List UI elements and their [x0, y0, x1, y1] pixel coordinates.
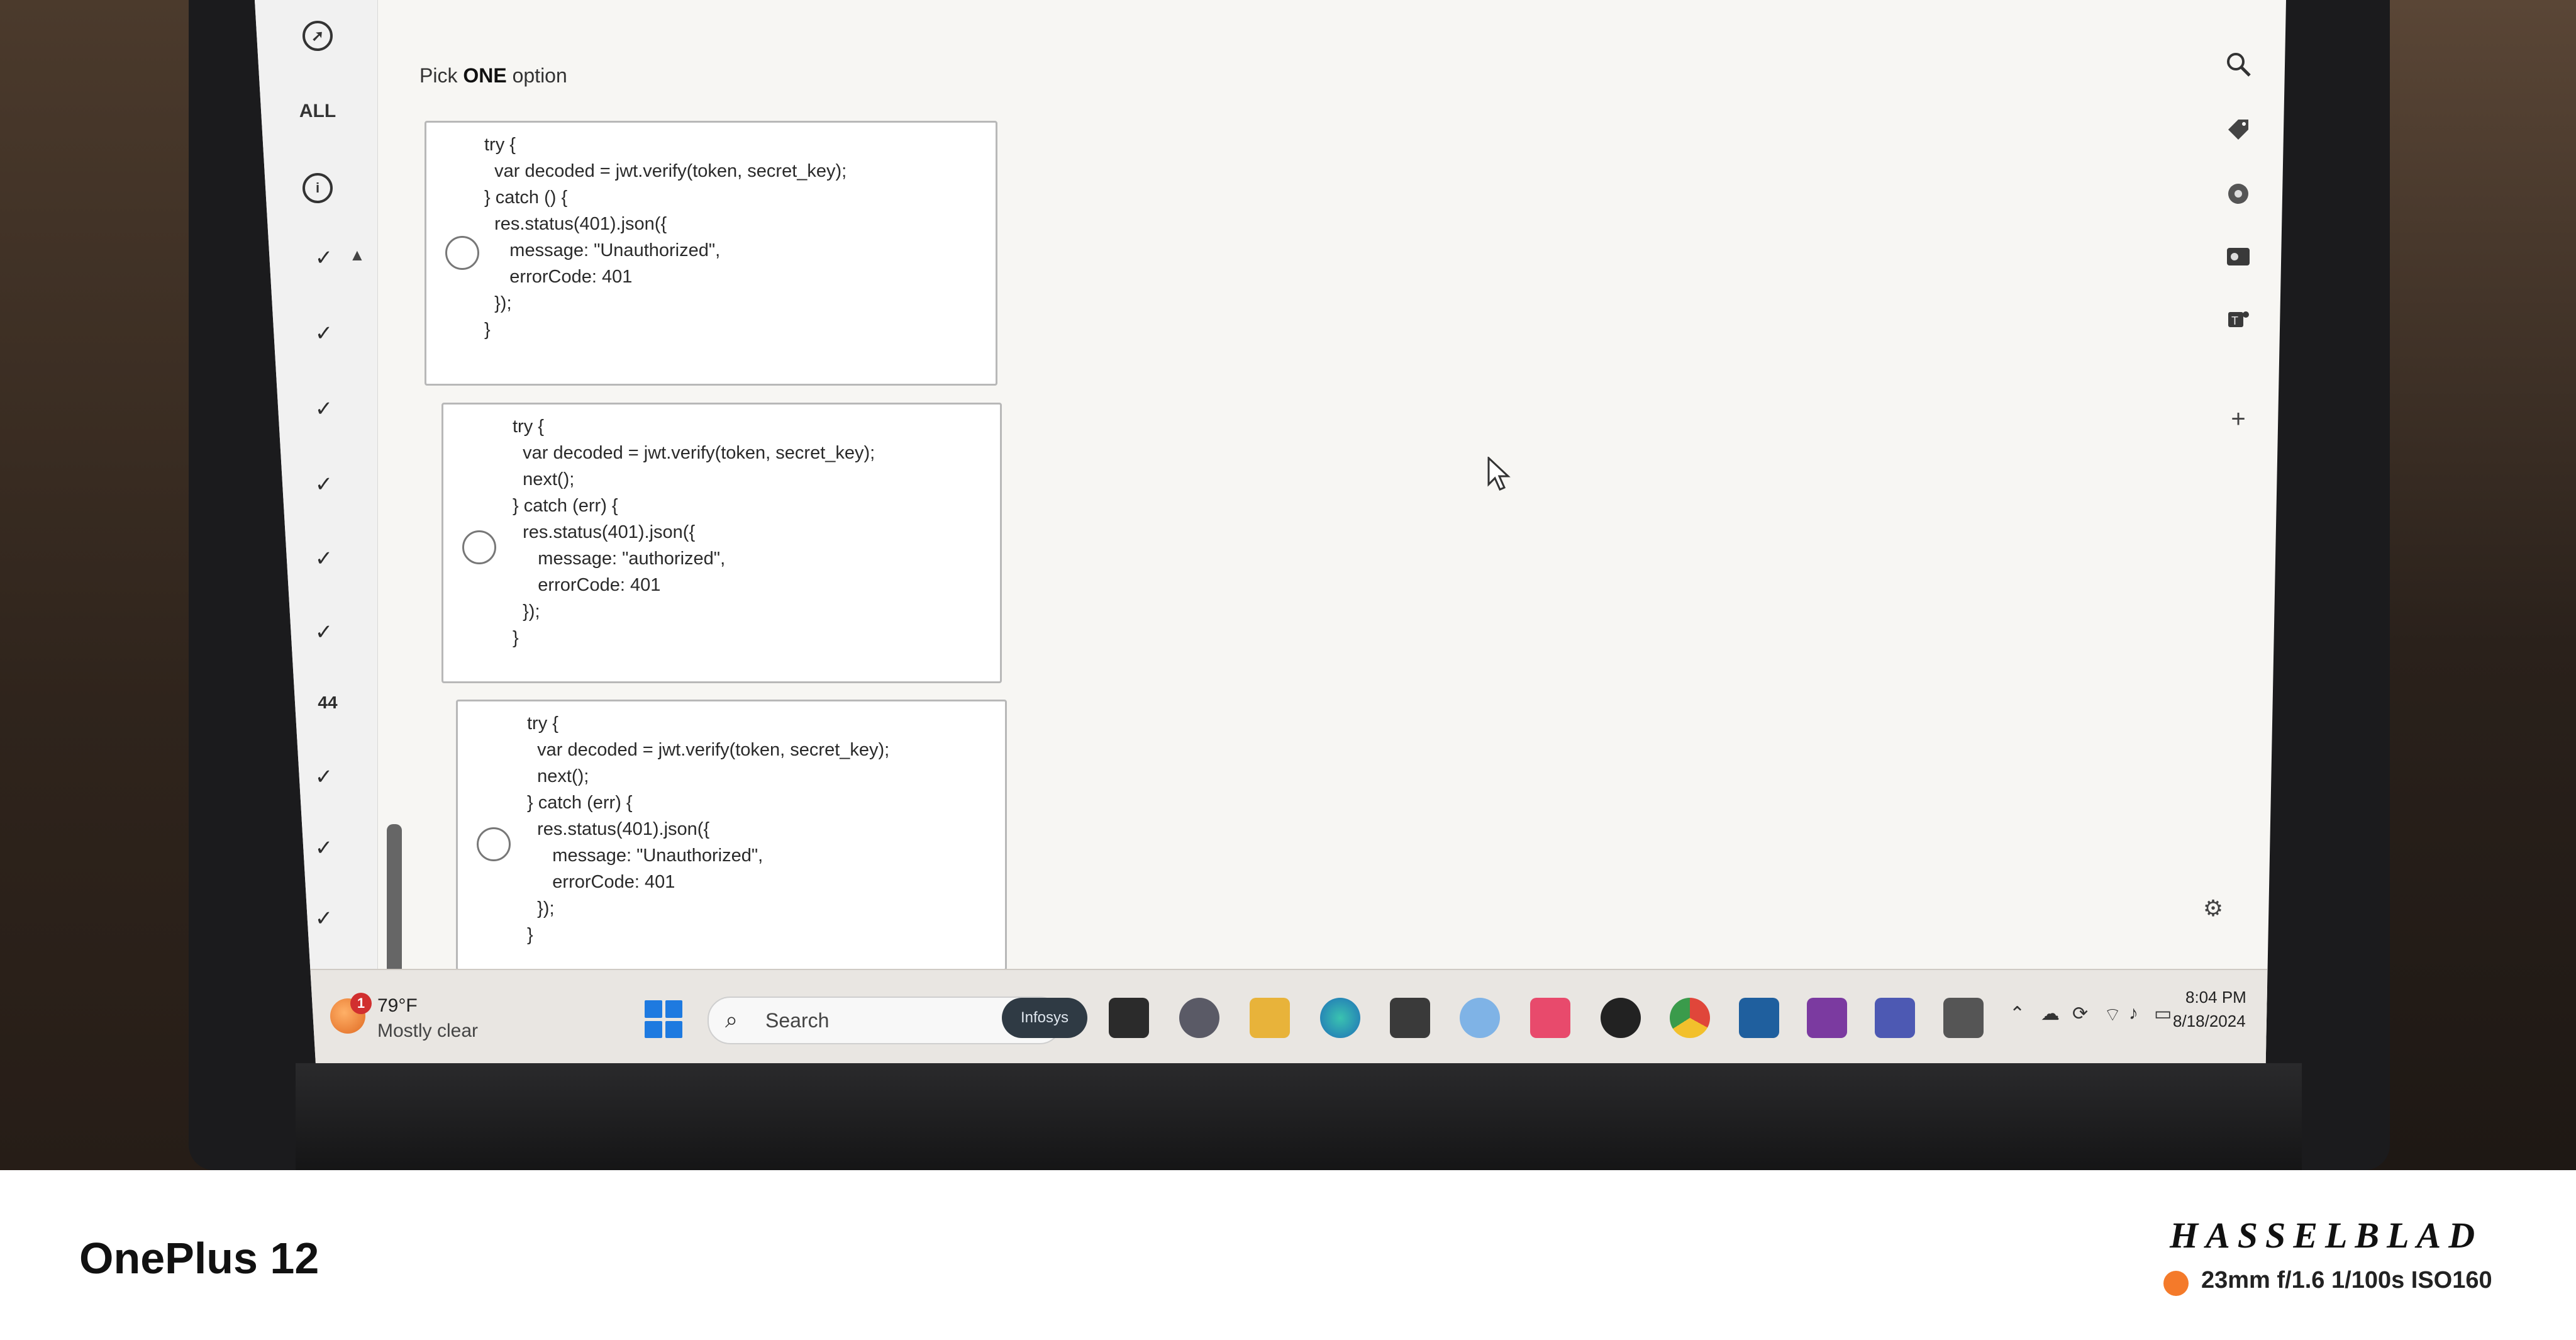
weather-notification-badge: 1	[350, 993, 372, 1014]
volume-icon[interactable]: ♪	[2129, 1003, 2138, 1024]
svg-text:T: T	[2231, 315, 2238, 327]
instruction-emphasis: ONE	[463, 64, 507, 87]
camera-brand-logo: HASSELBLAD	[2170, 1215, 2483, 1256]
check-icon: ✓	[314, 907, 333, 930]
all-questions-button[interactable]: ALL	[280, 89, 355, 133]
teams-icon[interactable]: T	[2223, 304, 2253, 335]
answer-option-3[interactable]: try { var decoded = jwt.verify(token, se…	[456, 700, 1007, 971]
snipping-tool-icon[interactable]	[1530, 998, 1570, 1038]
battery-icon[interactable]: ▭	[2154, 1003, 2172, 1025]
check-icon: ✓	[314, 547, 333, 571]
check-icon: ✓	[314, 620, 333, 644]
scroll-up-arrow-icon[interactable]: ▲	[349, 245, 365, 265]
option-code: try { var decoded = jwt.verify(token, se…	[484, 135, 847, 340]
camera-watermark-strip: OnePlus 12 HASSELBLAD 23mm f/1.6 1/100s …	[0, 1170, 2576, 1340]
chat-icon[interactable]	[1179, 998, 1219, 1038]
clock-date[interactable]: 8/18/2024	[2173, 1012, 2246, 1031]
windows-taskbar: 1 79°F Mostly clear ⌕ Search Infosys ⌃ ☁…	[292, 969, 2267, 1063]
file-explorer-icon[interactable]	[1250, 998, 1290, 1038]
rail-scrollbar-thumb[interactable]	[387, 824, 402, 981]
question-instruction: Pick ONE option	[419, 64, 567, 87]
tag-icon[interactable]	[2223, 114, 2253, 145]
radio-button[interactable]	[477, 827, 511, 861]
answer-option-2[interactable]: try { var decoded = jwt.verify(token, se…	[441, 403, 1002, 683]
search-icon: ⌕	[725, 1007, 738, 1032]
check-icon: ✓	[314, 472, 333, 496]
question-item-answered[interactable]: ✓	[280, 604, 368, 661]
edge-sidebar: T + ⚙	[2203, 0, 2267, 969]
info-button[interactable]: i	[280, 166, 355, 210]
teams-taskbar-icon[interactable]	[1875, 998, 1915, 1038]
copilot-icon[interactable]	[2223, 179, 2253, 209]
question-item-answered[interactable]: ✓	[280, 530, 368, 587]
show-hidden-icons-chevron-icon[interactable]: ⌃	[2009, 1003, 2025, 1025]
notepad-icon[interactable]	[1943, 998, 1984, 1038]
add-icon[interactable]: +	[2223, 404, 2253, 434]
compass-button[interactable]: ➚	[280, 14, 355, 58]
onenote-icon[interactable]	[1807, 998, 1847, 1038]
instruction-text: Pick	[419, 64, 464, 87]
infosys-search-highlight[interactable]: Infosys	[1002, 998, 1087, 1038]
radio-button[interactable]	[462, 530, 496, 564]
onedrive-cloud-icon[interactable]: ☁	[2041, 1003, 2060, 1025]
weather-temperature[interactable]: 79°F	[377, 995, 418, 1017]
instruction-text: option	[506, 64, 567, 87]
weather-description[interactable]: Mostly clear	[377, 1020, 478, 1042]
phone-model-label: OnePlus 12	[79, 1234, 319, 1283]
windows-start-icon[interactable]	[645, 1000, 682, 1038]
check-icon: ✓	[314, 321, 333, 345]
laptop-screen: ➚ ALL i ✓ ✓ ✓ ✓ ✓ ✓ 44 ✓ ✓ ✓ ▲ Pick ONE …	[255, 0, 2286, 1063]
info-icon: i	[303, 173, 333, 203]
option-code: try { var decoded = jwt.verify(token, se…	[527, 713, 890, 945]
check-icon: ✓	[314, 836, 333, 860]
check-icon: ✓	[314, 397, 333, 421]
radio-button[interactable]	[445, 236, 479, 270]
check-icon: ✓	[314, 246, 333, 270]
chrome-browser-icon[interactable]	[1670, 998, 1710, 1038]
check-icon: ✓	[314, 765, 333, 789]
sync-icon[interactable]: ⟳	[2072, 1003, 2088, 1025]
edge-browser-icon[interactable]	[1320, 998, 1360, 1038]
laptop-chin	[296, 1063, 2302, 1170]
answer-option-1[interactable]: try { var decoded = jwt.verify(token, se…	[425, 121, 997, 386]
task-view-icon[interactable]	[1109, 998, 1149, 1038]
question-item-answered[interactable]: ✓	[280, 381, 368, 437]
mouse-cursor-icon	[1487, 457, 1511, 491]
search-icon[interactable]	[2223, 49, 2253, 79]
question-item-answered[interactable]: ✓	[280, 305, 368, 362]
microsoft-store-icon[interactable]	[1390, 998, 1430, 1038]
outlook-icon[interactable]	[2223, 242, 2253, 272]
search-label: Search	[765, 1009, 830, 1032]
clock-time[interactable]: 8:04 PM	[2185, 988, 2246, 1007]
question-item-answered[interactable]: ✓	[280, 456, 368, 513]
media-player-icon[interactable]	[1601, 998, 1641, 1038]
settings-gear-icon[interactable]: ⚙	[2198, 893, 2228, 924]
compass-icon: ➚	[303, 21, 333, 51]
outlook-taskbar-icon[interactable]	[1739, 998, 1779, 1038]
option-code: try { var decoded = jwt.verify(token, se…	[513, 416, 875, 648]
camera-settings-text: 23mm f/1.6 1/100s ISO160	[2201, 1267, 2492, 1293]
onedrive-folder-icon[interactable]	[1460, 998, 1500, 1038]
wifi-icon[interactable]: ⌔	[2104, 1003, 2121, 1027]
camera-accent-dot	[2163, 1271, 2189, 1296]
